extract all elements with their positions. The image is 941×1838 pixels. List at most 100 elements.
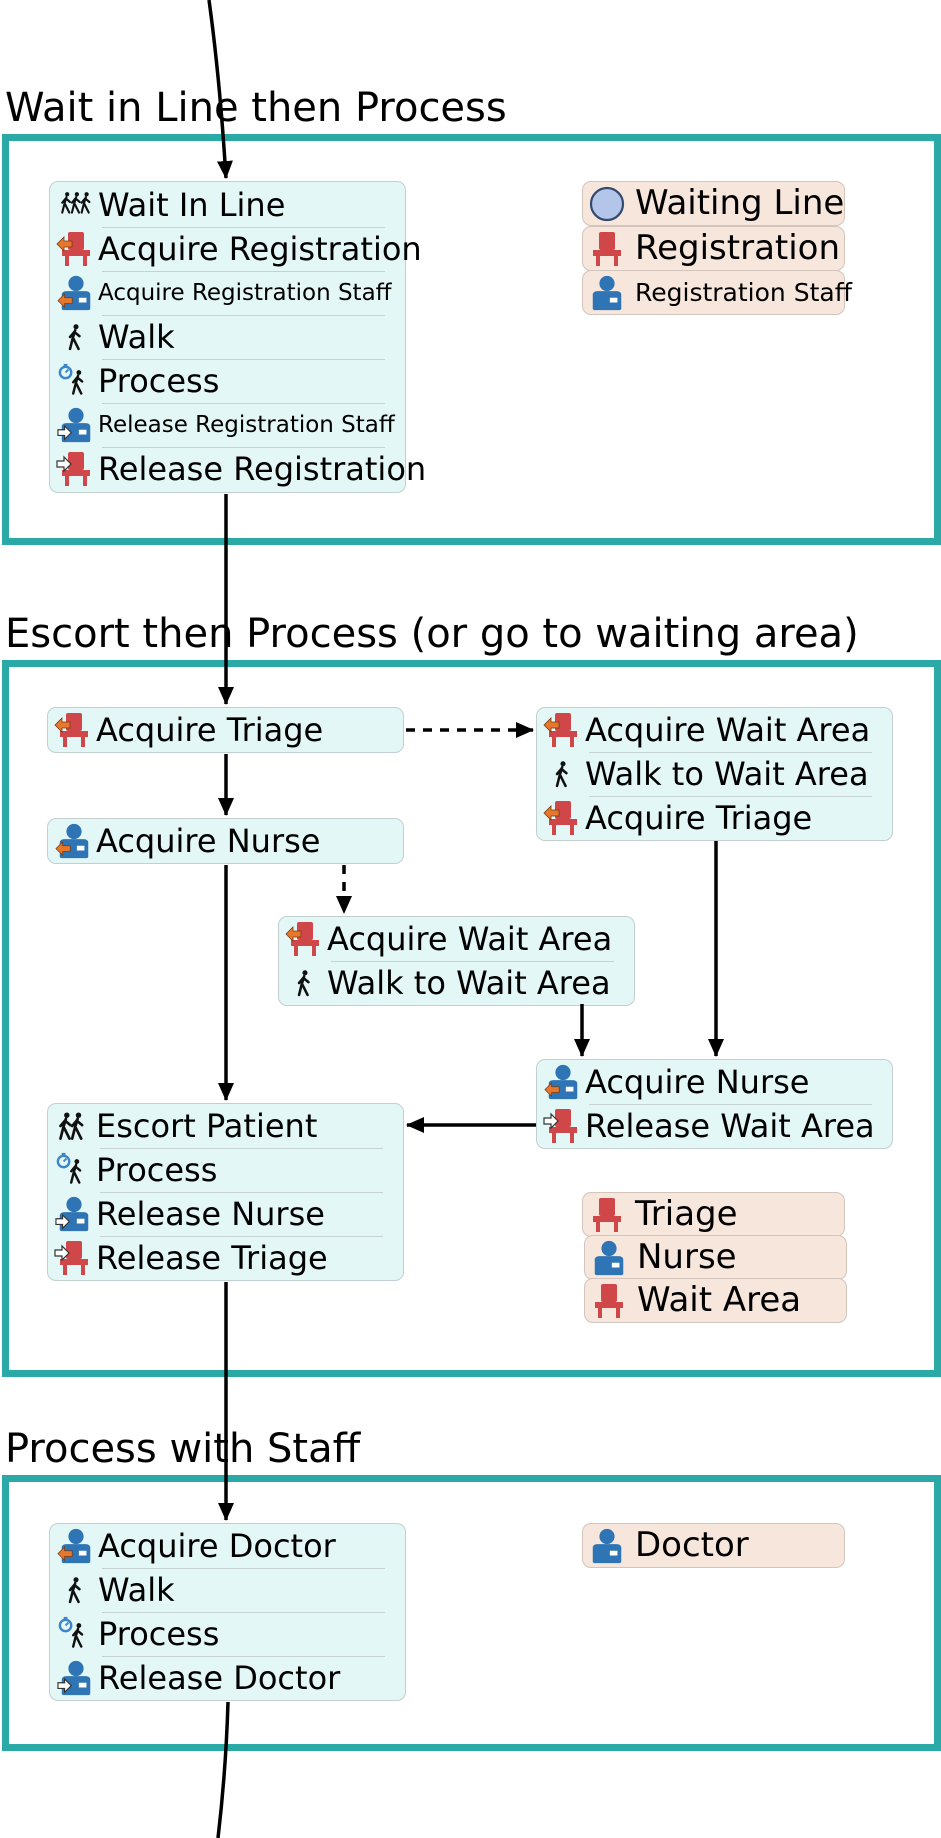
- activity-label: Walk to Wait Area: [327, 964, 611, 1002]
- resource-label: Wait Area: [637, 1280, 802, 1320]
- activity-process[interactable]: Process: [50, 1612, 405, 1656]
- release-location-icon: [541, 1106, 585, 1146]
- walk-icon: [541, 754, 585, 794]
- activity-acquire-nurse[interactable]: Acquire Nurse: [537, 1060, 892, 1104]
- activity-release-nurse[interactable]: Release Nurse: [48, 1192, 403, 1236]
- resource-triage[interactable]: Triage: [582, 1192, 845, 1237]
- release-staff-icon: [54, 405, 98, 445]
- activity-label: Release Triage: [96, 1239, 328, 1277]
- walk-icon: [283, 963, 327, 1003]
- resource-label: Triage: [635, 1194, 738, 1234]
- activity-process[interactable]: Process: [50, 359, 405, 403]
- activity-process[interactable]: Process: [48, 1148, 403, 1192]
- activity-label: Acquire Wait Area: [327, 920, 613, 958]
- activity-label: Walk: [98, 1571, 175, 1609]
- activity-walk[interactable]: Walk: [50, 1568, 405, 1612]
- activity-block-wait-area-right[interactable]: Acquire Wait Area Walk to Wait Area Acqu…: [536, 707, 893, 841]
- process-icon: [52, 1150, 96, 1190]
- location-icon: [587, 230, 627, 268]
- activity-block-doctor[interactable]: Acquire Doctor Walk Process Release Doct…: [49, 1523, 406, 1701]
- activity-label: Release Wait Area: [585, 1107, 875, 1145]
- location-icon: [589, 1282, 629, 1320]
- activity-label: Acquire Triage: [585, 799, 813, 837]
- acquire-staff-icon: [541, 1062, 585, 1102]
- activity-acquire-doctor[interactable]: Acquire Doctor: [50, 1524, 405, 1568]
- resource-doctor[interactable]: Doctor: [582, 1523, 845, 1568]
- release-location-icon: [52, 1238, 96, 1278]
- activity-release-triage[interactable]: Release Triage: [48, 1236, 403, 1280]
- resource-label: Registration Staff: [635, 278, 852, 307]
- activity-label: Release Doctor: [98, 1659, 341, 1697]
- activity-walk[interactable]: Walk: [50, 315, 405, 359]
- activity-acquire-triage[interactable]: Acquire Triage: [48, 708, 403, 752]
- staff-icon: [587, 1527, 627, 1565]
- container-title-escort: Escort then Process (or go to waiting ar…: [5, 611, 859, 657]
- process-icon: [54, 361, 98, 401]
- activity-walk-to-wait-area[interactable]: Walk to Wait Area: [279, 961, 634, 1005]
- container-title-process-with-staff: Process with Staff: [5, 1426, 361, 1472]
- resource-registration[interactable]: Registration: [582, 226, 845, 271]
- activity-walk-to-wait-area[interactable]: Walk to Wait Area: [537, 752, 892, 796]
- resource-wait-area[interactable]: Wait Area: [584, 1278, 847, 1323]
- wait-in-line-icon: [54, 185, 98, 225]
- activity-block-wait-area-middle[interactable]: Acquire Wait Area Walk to Wait Area: [278, 916, 635, 1006]
- activity-label: Wait In Line: [98, 186, 286, 224]
- activity-acquire-registration-staff[interactable]: Acquire Registration Staff: [50, 271, 405, 315]
- activity-label: Release Registration Staff: [98, 412, 395, 438]
- staff-icon: [587, 274, 627, 312]
- activity-release-wait-area[interactable]: Release Wait Area: [537, 1104, 892, 1148]
- activity-block-nurse-right[interactable]: Acquire Nurse Release Wait Area: [536, 1059, 893, 1149]
- activity-label: Release Nurse: [96, 1195, 325, 1233]
- acquire-location-icon: [52, 710, 96, 750]
- staff-icon: [589, 1239, 629, 1277]
- acquire-location-icon: [541, 798, 585, 838]
- activity-block[interactable]: Wait In Line Acquire Registration Acquir…: [49, 181, 426, 493]
- activity-acquire-wait-area[interactable]: Acquire Wait Area: [279, 917, 634, 961]
- activity-release-registration[interactable]: Release Registration: [50, 447, 426, 491]
- escort-icon: [52, 1106, 96, 1146]
- resource-label: Doctor: [635, 1525, 749, 1565]
- activity-label: Escort Patient: [96, 1107, 318, 1145]
- process-icon: [54, 1614, 98, 1654]
- waiting-line-icon: [587, 185, 627, 223]
- activity-release-doctor[interactable]: Release Doctor: [50, 1656, 405, 1700]
- activity-label: Acquire Wait Area: [585, 711, 871, 749]
- activity-label: Acquire Registration Staff: [98, 280, 392, 306]
- resource-label: Registration: [635, 228, 841, 268]
- activity-wait-in-line[interactable]: Wait In Line: [50, 183, 405, 227]
- resource-registration-staff[interactable]: Registration Staff: [582, 270, 852, 315]
- activity-label: Process: [96, 1151, 218, 1189]
- acquire-staff-icon: [54, 1526, 98, 1566]
- activity-block-escort[interactable]: Escort Patient Process Release Nurse Rel…: [47, 1103, 404, 1281]
- acquire-location-icon: [283, 919, 327, 959]
- activity-label: Acquire Triage: [96, 711, 324, 749]
- walk-icon: [54, 317, 98, 357]
- activity-block-acquire-triage[interactable]: Acquire Triage: [47, 707, 404, 753]
- resource-nurse[interactable]: Nurse: [584, 1235, 847, 1280]
- activity-label: Acquire Doctor: [98, 1527, 336, 1565]
- activity-label: Acquire Nurse: [585, 1063, 810, 1101]
- activity-label: Acquire Nurse: [96, 822, 321, 860]
- activity-release-registration-staff[interactable]: Release Registration Staff: [50, 403, 405, 447]
- resource-label: Nurse: [637, 1237, 737, 1277]
- acquire-staff-icon: [54, 273, 98, 313]
- activity-label: Acquire Registration: [98, 230, 422, 268]
- activity-acquire-wait-area[interactable]: Acquire Wait Area: [537, 708, 892, 752]
- activity-label: Walk to Wait Area: [585, 755, 869, 793]
- release-staff-icon: [52, 1194, 96, 1234]
- resource-waiting-line[interactable]: Waiting Line: [582, 181, 845, 226]
- release-staff-icon: [54, 1658, 98, 1698]
- activity-block-acquire-nurse[interactable]: Acquire Nurse: [47, 818, 404, 864]
- activity-acquire-triage[interactable]: Acquire Triage: [537, 796, 892, 840]
- acquire-location-icon: [541, 710, 585, 750]
- release-location-icon: [54, 449, 98, 489]
- activity-acquire-nurse[interactable]: Acquire Nurse: [48, 819, 403, 863]
- walk-icon: [54, 1570, 98, 1610]
- activity-escort-patient[interactable]: Escort Patient: [48, 1104, 403, 1148]
- acquire-location-icon: [54, 229, 98, 269]
- container-title-wait-in-line: Wait in Line then Process: [5, 85, 507, 131]
- activity-label: Process: [98, 1615, 220, 1653]
- activity-label: Release Registration: [98, 450, 427, 488]
- activity-label: Process: [98, 362, 220, 400]
- activity-acquire-registration[interactable]: Acquire Registration: [50, 227, 422, 271]
